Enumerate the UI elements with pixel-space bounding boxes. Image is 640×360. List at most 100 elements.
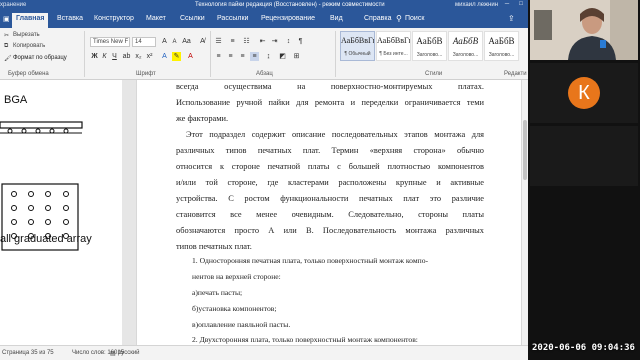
editing-group-label: Редакти xyxy=(504,71,527,77)
tab-review[interactable]: Рецензирование xyxy=(261,15,315,22)
window-left-label: хранение xyxy=(0,2,27,8)
font-color-icon[interactable]: A xyxy=(186,52,195,61)
style-name: ¶ Без инте... xyxy=(379,51,408,57)
doc-line: становится все менее очевидным. Следоват… xyxy=(176,210,484,219)
format-painter-button[interactable]: Формат по образцу xyxy=(13,55,67,61)
strikethrough-icon[interactable]: ab xyxy=(122,52,131,61)
grow-font-icon[interactable]: A xyxy=(160,37,169,46)
clear-format-icon[interactable]: A̸ xyxy=(198,37,207,46)
language-indicator[interactable]: русский xyxy=(118,350,140,356)
style-heading-2[interactable]: АаБбВ Заголово... xyxy=(448,31,483,61)
font-group-label: Шрифт xyxy=(136,71,156,77)
ribbon-home: ✂ Вырезать ⧉ Копировать 🖌 Формат по обра… xyxy=(0,28,528,80)
superscript-icon[interactable]: x² xyxy=(145,52,154,61)
maximize-icon[interactable]: □ xyxy=(514,1,528,10)
participant-video-tile[interactable] xyxy=(530,0,638,60)
doc-line: типов печатных плат. xyxy=(176,242,252,251)
tab-references[interactable]: Ссылки xyxy=(180,15,205,22)
scrollbar-thumb[interactable] xyxy=(523,120,527,180)
text-effects-icon[interactable]: A xyxy=(160,52,169,61)
doc-list-item: а)печать пасты; xyxy=(192,288,243,297)
doc-line: относится к стороне печатной платы с бол… xyxy=(176,162,484,171)
style-heading-3[interactable]: АаБбВ Заголово... xyxy=(484,31,519,61)
underline-icon[interactable]: Ч xyxy=(110,52,119,61)
align-right-icon[interactable]: ≡ xyxy=(238,52,247,61)
slide-title-bga: BGA xyxy=(4,94,28,106)
doc-list-item: 2. Двухсторонняя плата, только поверхнос… xyxy=(192,335,418,344)
style-normal[interactable]: АаБбВвГг, ¶ Обычный xyxy=(340,31,375,61)
justify-icon[interactable]: ≡ xyxy=(250,52,259,61)
tab-search[interactable]: Поиск xyxy=(405,15,424,22)
style-name: Заголово... xyxy=(416,52,443,58)
styles-group-label: Стили xyxy=(425,71,443,77)
italic-icon[interactable]: К xyxy=(100,52,109,61)
proofing-icon[interactable]: ▤ xyxy=(110,350,116,357)
doc-line: же факторами. xyxy=(176,114,229,123)
document-title: Технология пайки редакция (Восстановлен)… xyxy=(195,2,385,8)
search-icon[interactable]: ⚲ xyxy=(396,14,402,23)
copy-button[interactable]: Копировать xyxy=(13,43,45,49)
cut-icon[interactable]: ✂ xyxy=(4,32,9,39)
subscript-icon[interactable]: x₂ xyxy=(134,52,143,61)
presentation-slide: BGA all graduated array xyxy=(0,80,122,345)
presenter-camera-image xyxy=(530,0,638,60)
doc-line: всегда осуществима на поверхностно-монти… xyxy=(176,82,484,91)
account-name[interactable]: михаил лежнин xyxy=(455,2,498,8)
increase-indent-icon[interactable]: ⇥ xyxy=(270,37,279,46)
screen: хранение Технология пайки редакция (Восс… xyxy=(0,0,640,360)
tab-mailings[interactable]: Рассылки xyxy=(217,15,248,22)
format-painter-icon[interactable]: 🖌 xyxy=(4,55,12,62)
align-left-icon[interactable]: ≡ xyxy=(214,52,223,61)
font-size-select[interactable]: 14 xyxy=(132,37,156,47)
doc-list-item: нентов на верхней стороне: xyxy=(192,272,281,281)
copy-icon[interactable]: ⧉ xyxy=(4,43,8,50)
font-name-select[interactable]: Times New F xyxy=(90,37,130,47)
decrease-indent-icon[interactable]: ⇤ xyxy=(258,37,267,46)
bga-side-view-diagram xyxy=(0,121,83,134)
change-case-icon[interactable]: Aa xyxy=(182,37,191,46)
doc-list-item: в)оплавление паяльной пасты. xyxy=(192,320,291,329)
status-bar: Страница 35 из 75 Число слов: 16015 ▤ ру… xyxy=(0,345,528,360)
align-center-icon[interactable]: ≡ xyxy=(226,52,235,61)
highlight-icon[interactable]: ✎ xyxy=(172,52,181,61)
word-title-bar: хранение Технология пайки редакция (Восс… xyxy=(0,0,528,11)
tab-help[interactable]: Справка xyxy=(364,15,391,22)
bullets-icon[interactable]: ☰ xyxy=(214,37,223,46)
doc-line: различных типов печатных плат. Термин «в… xyxy=(176,146,484,155)
tab-design[interactable]: Конструктор xyxy=(94,15,134,22)
doc-list-item: 1. Односторонняя печатная плата, только … xyxy=(192,256,429,265)
doc-line: Этот подраздел содержит описание последо… xyxy=(186,130,484,139)
tab-view[interactable]: Вид xyxy=(330,15,343,22)
sort-icon[interactable]: ↕ xyxy=(284,37,293,46)
word-count[interactable]: Число слов: 16015 xyxy=(72,350,124,356)
numbering-icon[interactable]: ≡ xyxy=(228,37,237,46)
tab-insert[interactable]: Вставка xyxy=(57,15,83,22)
shading-icon[interactable]: ◩ xyxy=(278,52,287,61)
style-name: Заголово... xyxy=(452,52,479,58)
tab-home[interactable]: Главная xyxy=(12,13,49,28)
doc-list-item: б)установка компонентов; xyxy=(192,304,277,313)
page-counter[interactable]: Страница 35 из 75 xyxy=(2,350,54,356)
multilevel-list-icon[interactable]: ☷ xyxy=(242,37,251,46)
share-icon[interactable]: ⇪ xyxy=(508,14,515,23)
doc-line: и/или той стороне, где кластерами распол… xyxy=(176,178,484,187)
shrink-font-icon[interactable]: A xyxy=(170,38,179,47)
style-no-spacing[interactable]: АаБбВвГг, ¶ Без инте... xyxy=(376,31,411,61)
tab-file[interactable]: ▣ xyxy=(3,15,10,23)
cut-button[interactable]: Вырезать xyxy=(13,32,40,38)
participant-video-tile-empty[interactable] xyxy=(530,126,638,186)
style-sample: АаБбВвГг, xyxy=(377,36,410,45)
video-conference-panel: К xyxy=(528,0,640,360)
bold-icon[interactable]: Ж xyxy=(90,52,99,61)
line-spacing-icon[interactable]: ↨ xyxy=(264,52,273,61)
clipboard-group-label: Буфер обмена xyxy=(8,71,49,77)
style-name: ¶ Обычный xyxy=(344,51,371,57)
participant-video-tile[interactable]: К xyxy=(530,63,638,123)
borders-icon[interactable]: ⊞ xyxy=(292,52,301,61)
minimize-icon[interactable]: ─ xyxy=(500,1,514,10)
participant-avatar: К xyxy=(568,77,600,109)
style-heading-1[interactable]: АаБбВ Заголово... xyxy=(412,31,447,61)
style-sample: АаБбВвГг, xyxy=(341,36,374,45)
tab-layout[interactable]: Макет xyxy=(146,15,166,22)
show-marks-icon[interactable]: ¶ xyxy=(296,37,305,46)
